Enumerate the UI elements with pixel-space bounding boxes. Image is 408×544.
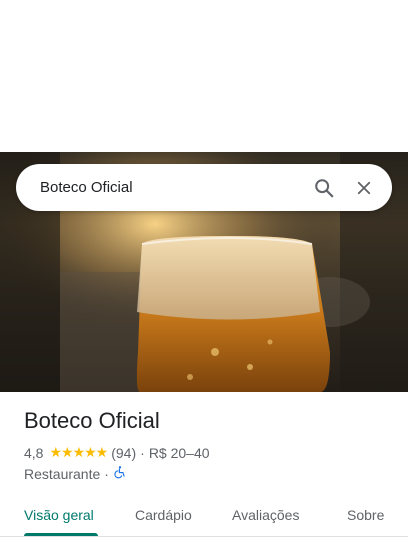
tab-reviews[interactable]: Avaliações bbox=[232, 496, 299, 534]
rating-value: 4,8 bbox=[24, 444, 44, 461]
price-range: R$ 20–40 bbox=[148, 444, 210, 461]
close-icon[interactable] bbox=[344, 168, 384, 208]
search-icon[interactable] bbox=[304, 168, 344, 208]
star-rating: ★★★★★ bbox=[49, 444, 108, 460]
review-count[interactable]: (94) bbox=[111, 445, 136, 461]
tab-overview[interactable]: Visão geral bbox=[24, 496, 94, 534]
search-bar[interactable]: Boteco Oficial bbox=[16, 164, 392, 211]
place-category: Restaurante bbox=[24, 465, 101, 482]
place-title: Boteco Oficial bbox=[24, 408, 160, 433]
category-row: Restaurante · bbox=[24, 465, 127, 482]
rating-row[interactable]: 4,8 ★★★★★ (94) · R$ 20–40 bbox=[24, 444, 210, 461]
separator: · bbox=[140, 444, 145, 461]
active-tab-indicator bbox=[24, 533, 98, 536]
tab-menu[interactable]: Cardápio bbox=[135, 496, 192, 534]
wheelchair-icon bbox=[113, 465, 127, 482]
place-tabs: Visão geral Cardápio Avaliações Sobre bbox=[0, 496, 408, 537]
search-input[interactable]: Boteco Oficial bbox=[40, 179, 304, 196]
separator: · bbox=[104, 465, 109, 482]
tab-about[interactable]: Sobre bbox=[347, 496, 384, 534]
